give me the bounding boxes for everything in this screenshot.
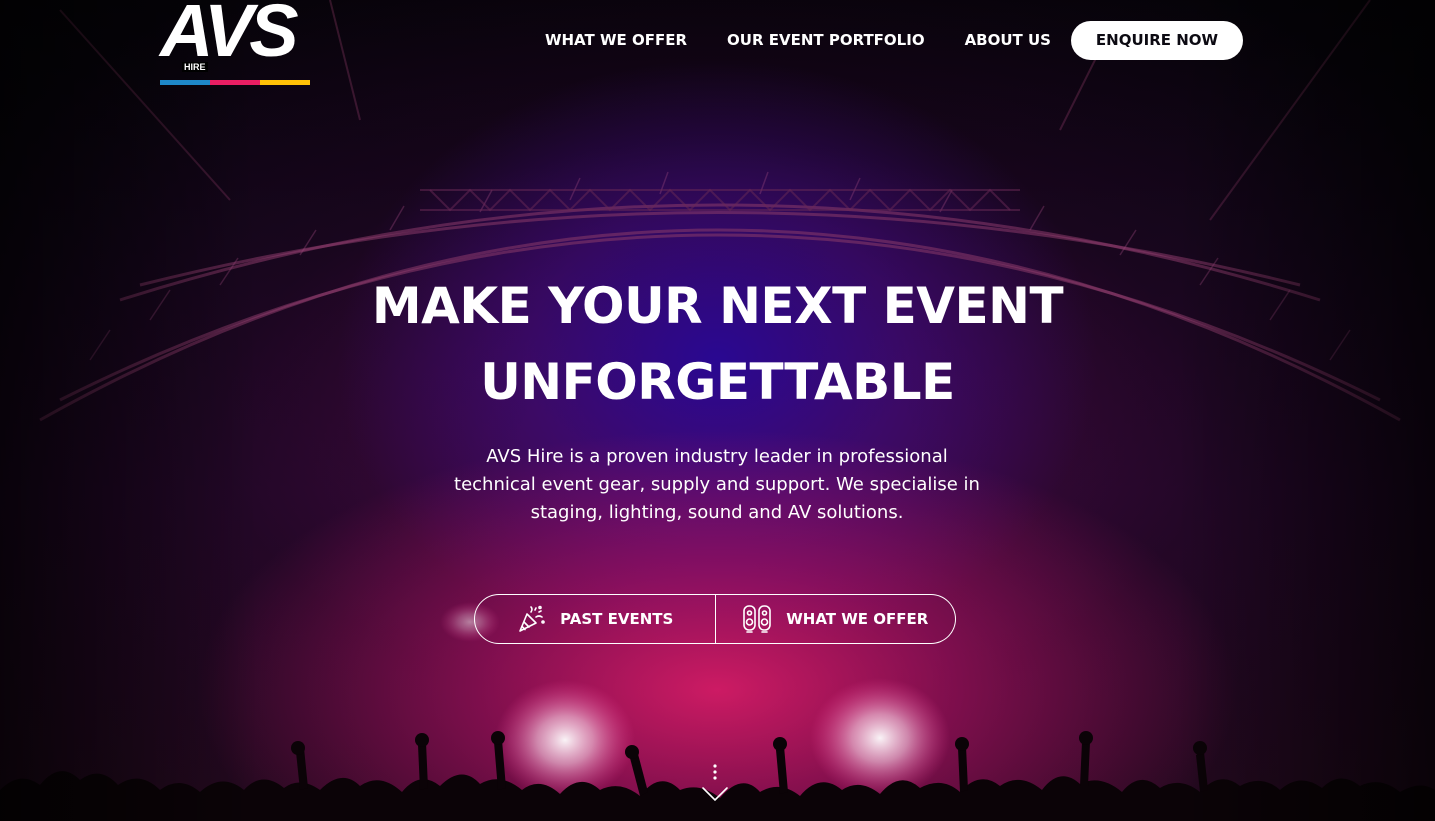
hero-cta-group: PAST EVENTS WHAT WE OFFER [474,594,956,644]
enquire-now-button[interactable]: ENQUIRE NOW [1071,20,1243,60]
hero-section: AVS HIRE WHAT WE OFFER OUR EVENT PORTFOL… [0,0,1435,821]
hero-headline-line1: MAKE YOUR NEXT EVENT [371,277,1064,335]
past-events-label: PAST EVENTS [560,610,674,628]
past-events-button[interactable]: PAST EVENTS [474,594,716,644]
hero-description: AVS Hire is a proven industry leader in … [454,446,980,523]
logo-wordmark: AVS [160,0,299,72]
logo-color-bar [160,80,310,85]
brand-logo[interactable]: AVS HIRE [160,0,310,86]
hero-headline: MAKE YOUR NEXT EVENT UNFORGETTABLE [0,268,1435,420]
nav-event-portfolio[interactable]: OUR EVENT PORTFOLIO [727,31,925,49]
what-we-offer-button[interactable]: WHAT WE OFFER [715,594,956,644]
nav-about-us[interactable]: ABOUT US [965,31,1051,49]
scroll-down-icon[interactable] [700,762,730,804]
hero-headline-line2: UNFORGETTABLE [480,353,955,411]
what-we-offer-label: WHAT WE OFFER [786,610,929,628]
nav-what-we-offer[interactable]: WHAT WE OFFER [545,31,687,49]
party-popper-icon [519,605,545,632]
main-nav: WHAT WE OFFER OUR EVENT PORTFOLIO ABOUT … [505,20,1243,60]
logo-subtext: HIRE [182,62,208,72]
speakers-icon [743,605,772,633]
